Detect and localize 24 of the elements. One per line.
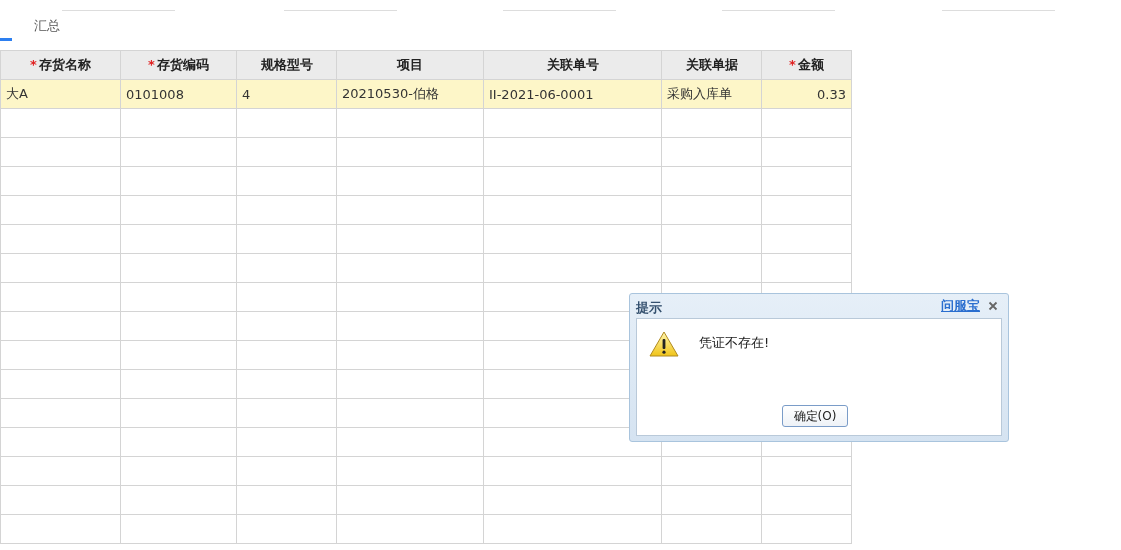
table-cell: II-2021-06-0001	[483, 79, 662, 109]
required-mark: *	[148, 57, 155, 72]
table-cell: 采购入库单	[661, 79, 762, 109]
header-label: 规格型号	[260, 57, 313, 72]
required-mark: *	[30, 57, 37, 72]
header-label: 关联单号	[546, 57, 599, 72]
table-cell: 大A	[0, 79, 121, 109]
header-label: 关联单据	[685, 57, 738, 72]
help-link[interactable]: 问服宝	[941, 297, 980, 315]
warning-icon	[649, 331, 679, 357]
tab[interactable]: 汇总	[24, 13, 70, 41]
message-text: 凭证不存在!	[699, 334, 770, 352]
table-cell: 0.33	[761, 79, 852, 109]
header-label: 存货编码	[156, 57, 209, 72]
dialog-title: 提示	[636, 299, 662, 317]
close-icon[interactable]	[988, 301, 998, 311]
header-label: 金额	[797, 57, 824, 72]
header-label: 存货名称	[38, 57, 91, 72]
ok-button[interactable]: 确定(O)	[782, 405, 848, 427]
table-cell: 0101008	[120, 79, 237, 109]
table-cell: 4	[236, 79, 337, 109]
table-cell: 20210530-伯格	[336, 79, 484, 109]
header-label: 项目	[397, 57, 423, 72]
required-mark: *	[789, 57, 796, 72]
